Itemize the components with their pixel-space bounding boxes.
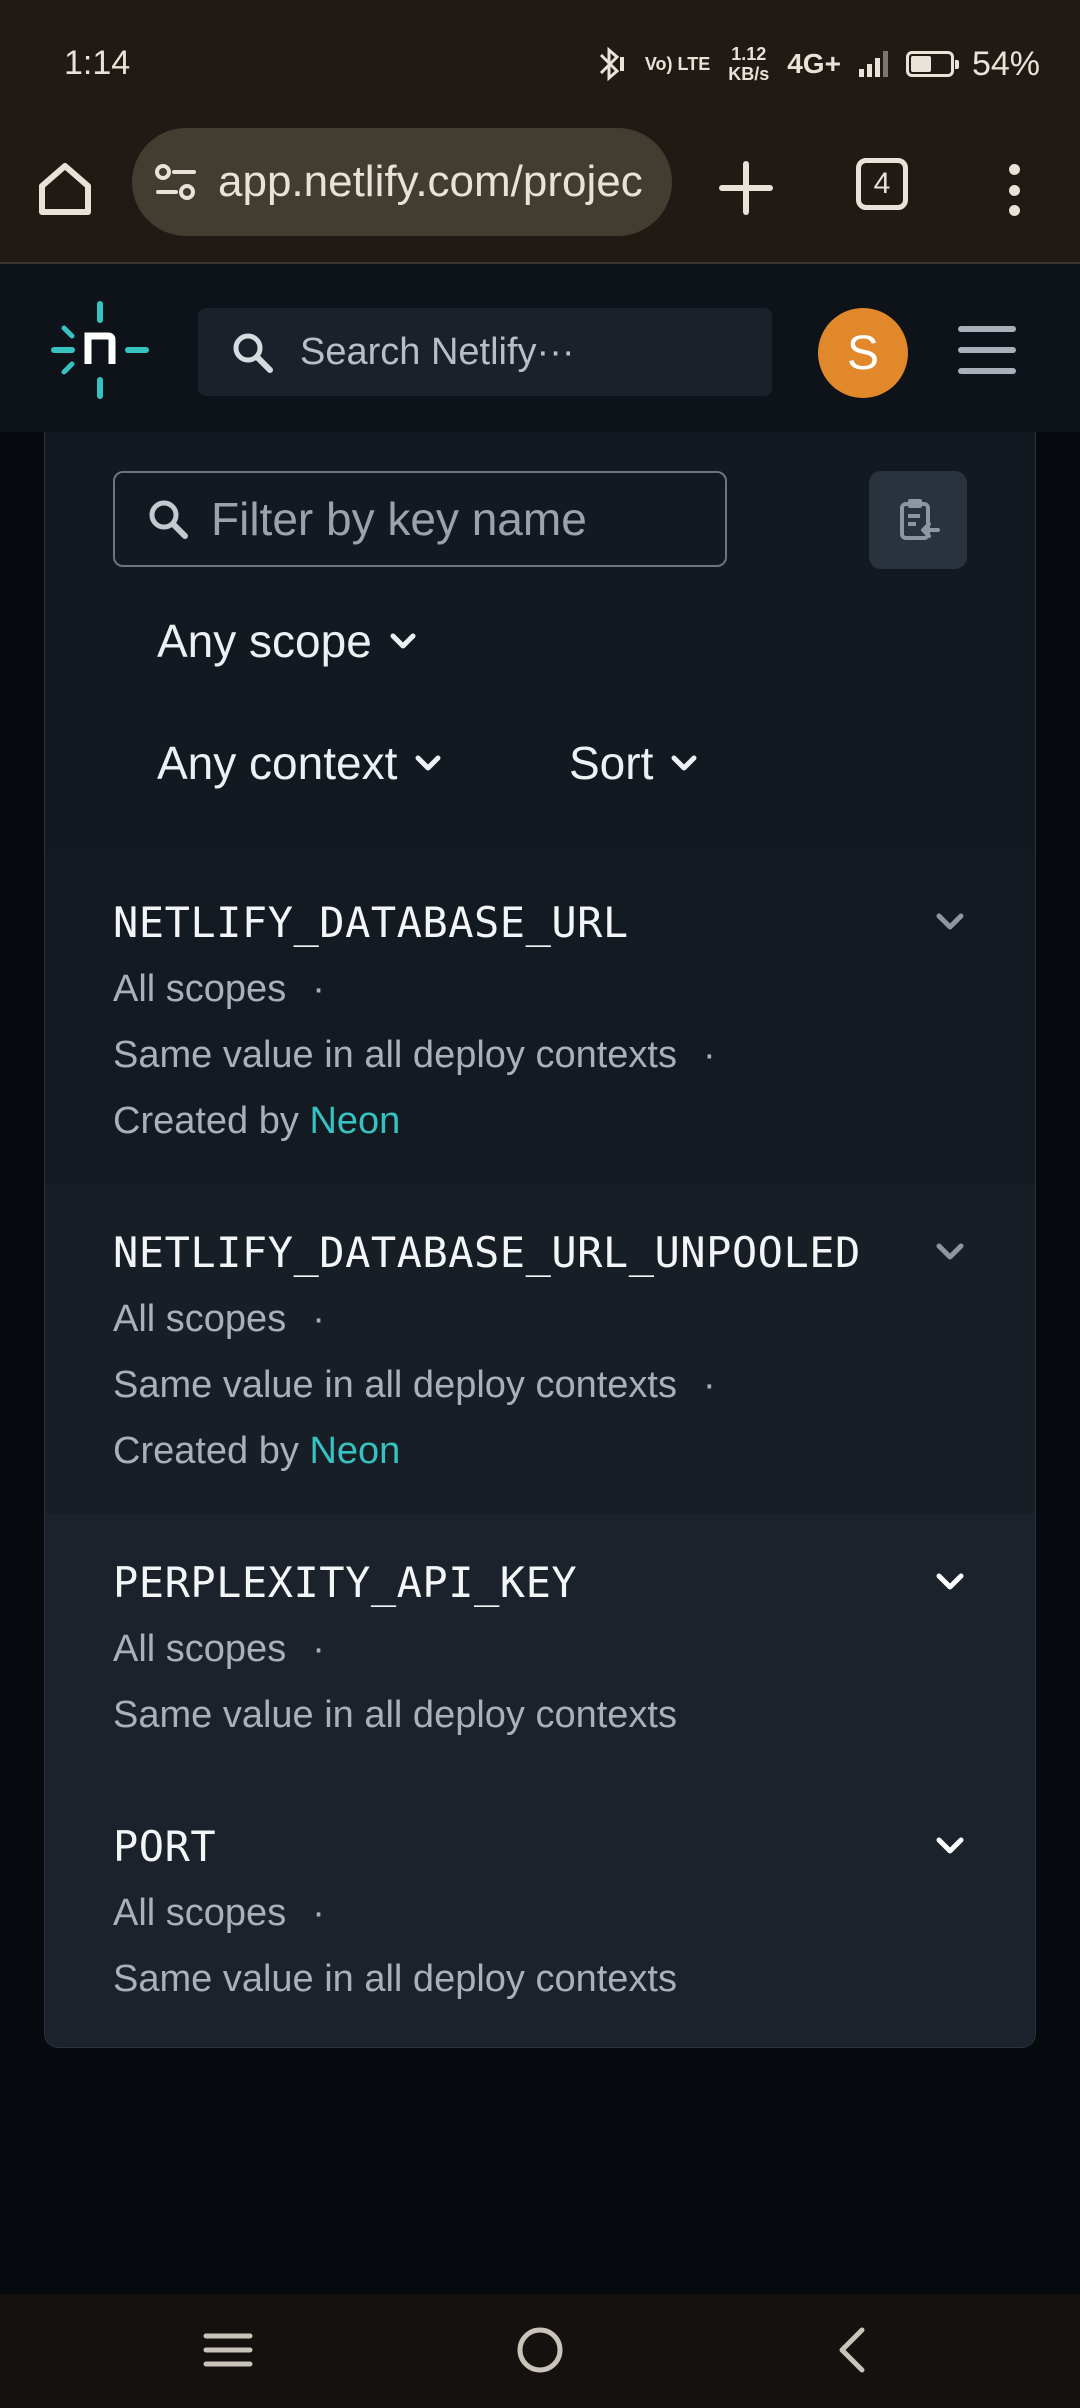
- import-clipboard-button[interactable]: [869, 471, 967, 569]
- env-var-scopes: All scopes ·: [113, 968, 325, 1010]
- battery-icon: [905, 51, 959, 77]
- sort-dropdown-label: Sort: [569, 737, 654, 789]
- env-var-created-by: Created by Neon: [113, 1100, 401, 1142]
- hamburger-menu-icon[interactable]: [958, 326, 1016, 374]
- user-avatar[interactable]: S: [818, 308, 908, 398]
- recents-icon[interactable]: [202, 2322, 254, 2378]
- status-bar: 1:14 Vo) LTE 1.12 KB/s 4G+ 54%: [0, 0, 1080, 128]
- data-rate-unit: KB/s: [728, 64, 770, 84]
- env-var-contexts: Same value in all deploy contexts ·: [113, 1034, 716, 1076]
- env-var-row[interactable]: PERPLEXITY_API_KEY All scopes · Same valu…: [45, 1514, 1035, 1778]
- chevron-down-icon: [415, 755, 441, 771]
- search-placeholder: Search Netlify···: [300, 330, 575, 373]
- chevron-down-icon[interactable]: [935, 1836, 965, 1856]
- search-netlify-input[interactable]: Search Netlify···: [198, 308, 772, 396]
- chevron-down-icon: [390, 633, 416, 649]
- filters-bar: Filter by key name Any scope Any context…: [45, 432, 1035, 856]
- site-settings-icon[interactable]: [154, 162, 198, 202]
- network-type: 4G+: [787, 48, 841, 79]
- env-var-scopes: All scopes ·: [113, 1298, 325, 1340]
- filter-by-key-input[interactable]: Filter by key name: [113, 471, 727, 567]
- home-nav-icon[interactable]: [514, 2322, 566, 2378]
- site-header: Search Netlify··· S: [0, 264, 1080, 432]
- system-nav-bar: [0, 2294, 1080, 2408]
- data-rate: 1.12 KB/s: [728, 44, 769, 84]
- netlify-logo[interactable]: [50, 300, 150, 400]
- scope-dropdown-label: Any scope: [157, 615, 372, 667]
- env-var-key: NETLIFY_DATABASE_URL: [113, 898, 629, 947]
- tab-switcher-button[interactable]: 4: [856, 158, 908, 210]
- chevron-down-icon[interactable]: [935, 1242, 965, 1262]
- env-var-row[interactable]: NETLIFY_DATABASE_URL_UNPOOLED All scopes…: [45, 1184, 1035, 1514]
- context-dropdown-label: Any context: [157, 737, 398, 789]
- more-options-icon[interactable]: [996, 158, 1032, 222]
- back-icon[interactable]: [826, 2322, 878, 2378]
- env-var-row[interactable]: NETLIFY_DATABASE_URL All scopes · Same va…: [45, 854, 1035, 1184]
- scope-dropdown[interactable]: Any scope: [157, 614, 416, 668]
- env-var-created-by: Created by Neon: [113, 1430, 401, 1472]
- url-text[interactable]: app.netlify.com/projec: [218, 157, 643, 207]
- environment-variables-panel: Filter by key name Any scope Any context…: [44, 432, 1036, 2048]
- sort-dropdown[interactable]: Sort: [569, 736, 697, 790]
- volte-indicator: Vo) LTE: [644, 54, 711, 74]
- new-tab-icon[interactable]: [716, 158, 776, 218]
- search-icon: [149, 500, 188, 539]
- env-var-key: PERPLEXITY_API_KEY: [113, 1558, 578, 1607]
- env-var-contexts: Same value in all deploy contexts: [113, 1958, 677, 2000]
- env-var-contexts: Same value in all deploy contexts ·: [113, 1364, 716, 1406]
- search-icon: [233, 333, 273, 373]
- chevron-down-icon[interactable]: [935, 1572, 965, 1592]
- status-indicators: Vo) LTE 1.12 KB/s 4G+ 54%: [593, 36, 1040, 92]
- env-var-contexts: Same value in all deploy contexts: [113, 1694, 677, 1736]
- data-rate-value: 1.12: [731, 44, 767, 64]
- env-var-key: NETLIFY_DATABASE_URL_UNPOOLED: [113, 1228, 861, 1277]
- env-var-key: PORT: [113, 1822, 217, 1871]
- battery-fill: [910, 56, 932, 72]
- clipboard-import-icon: [900, 499, 940, 540]
- env-var-row[interactable]: PORT All scopes · Same value in all deplo…: [45, 1778, 1035, 2047]
- signal-icon: [858, 51, 888, 77]
- env-var-scopes: All scopes ·: [113, 1628, 325, 1670]
- context-dropdown[interactable]: Any context: [157, 736, 441, 790]
- created-by-link[interactable]: Neon: [309, 1430, 400, 1472]
- filter-placeholder: Filter by key name: [211, 493, 587, 545]
- env-var-scopes: All scopes ·: [113, 1892, 325, 1934]
- chevron-down-icon[interactable]: [935, 912, 965, 932]
- created-by-link[interactable]: Neon: [309, 1100, 400, 1142]
- chevron-down-icon: [671, 755, 697, 771]
- home-icon[interactable]: [34, 158, 96, 220]
- status-time: 1:14: [64, 44, 131, 82]
- bluetooth-icon: [599, 46, 624, 82]
- browser-toolbar: app.netlify.com/projec 4: [0, 128, 1080, 264]
- url-bar[interactable]: app.netlify.com/projec: [132, 128, 672, 236]
- battery-percent: 54%: [971, 44, 1040, 83]
